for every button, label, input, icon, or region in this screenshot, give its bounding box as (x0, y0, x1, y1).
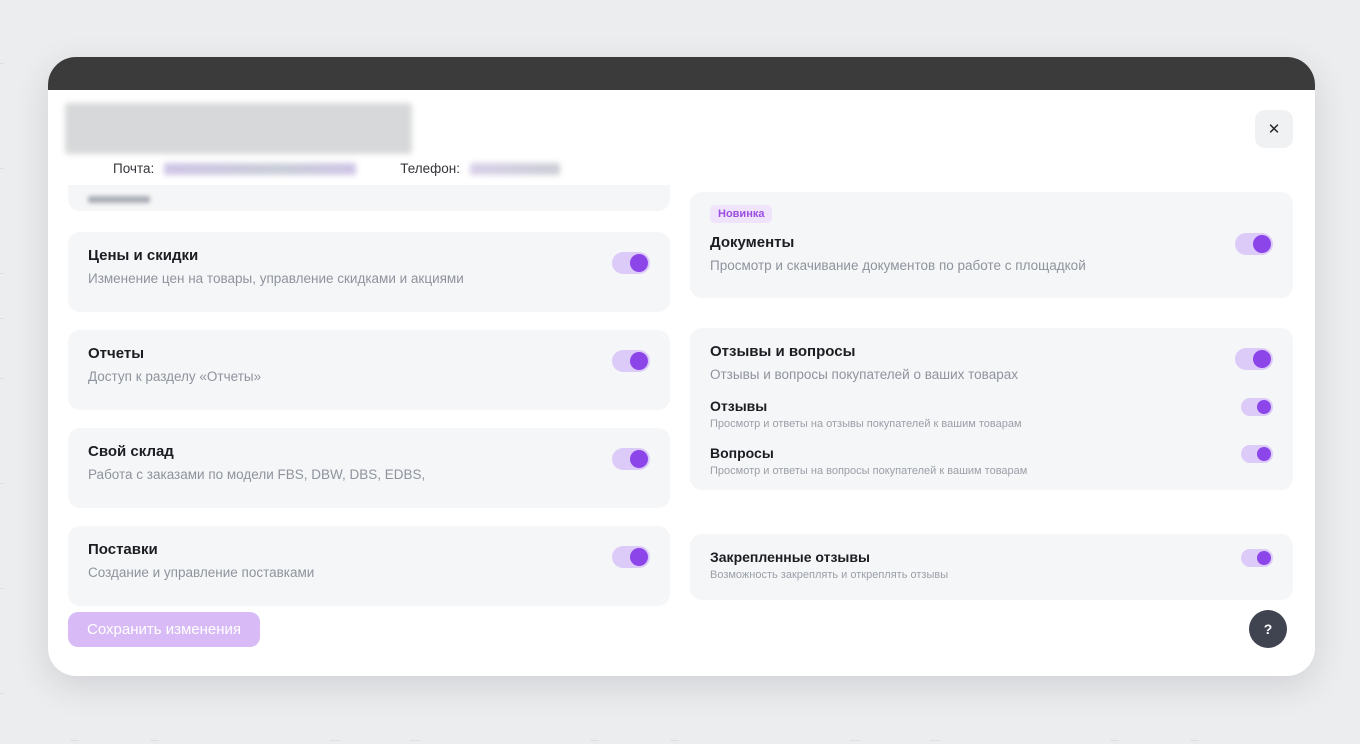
sub-permission-description: Просмотр и ответы на вопросы покупателей… (710, 465, 1225, 478)
permission-card-reviews-questions: Отзывы и вопросы Отзывы и вопросы покупа… (690, 328, 1293, 490)
email-label: Почта: (113, 161, 154, 176)
employee-name-redacted (65, 103, 412, 154)
toggle-questions[interactable] (1241, 445, 1273, 463)
permission-description: Создание и управление поставками (88, 564, 596, 582)
permission-title: Свой склад (88, 442, 596, 462)
phone-label: Телефон: (400, 161, 460, 176)
toggle-reviews[interactable] (1241, 398, 1273, 416)
right-column: Новинка Документы Просмотр и скачивание … (690, 185, 1293, 600)
modal-top-bar (48, 57, 1315, 90)
close-button[interactable]: ✕ (1255, 110, 1293, 148)
permission-description: Работа с заказами по модели FBS, DBW, DB… (88, 466, 596, 484)
clipped-text-redacted (88, 196, 150, 203)
permission-description: Отзывы и вопросы покупателей о ваших тов… (710, 366, 1219, 384)
permission-title: Документы (710, 233, 1219, 253)
new-badge: Новинка (710, 205, 772, 223)
permission-card-own-warehouse: Свой склад Работа с заказами по модели F… (68, 428, 670, 508)
left-column: Цены и скидки Изменение цен на товары, у… (68, 185, 670, 606)
permission-description: Доступ к разделу «Отчеты» (88, 368, 596, 386)
permission-title: Цены и скидки (88, 246, 596, 266)
permission-card-supplies: Поставки Создание и управление поставкам… (68, 526, 670, 606)
permission-title: Отзывы и вопросы (710, 342, 1219, 362)
sub-permission-reviews: Отзывы Просмотр и ответы на отзывы покуп… (710, 397, 1273, 431)
help-button[interactable]: ? (1249, 610, 1287, 648)
toggle-documents[interactable] (1235, 233, 1273, 255)
permission-card-reports: Отчеты Доступ к разделу «Отчеты» (68, 330, 670, 410)
permissions-modal: ✕ Почта: Телефон: Цены и скидки Изменени… (48, 57, 1315, 676)
permission-title: Закрепленные отзывы (710, 548, 1225, 566)
contact-row: Почта: Телефон: (113, 161, 560, 176)
permission-title: Поставки (88, 540, 596, 560)
toggle-prices[interactable] (612, 252, 650, 274)
sub-permission-description: Просмотр и ответы на отзывы покупателей … (710, 418, 1225, 431)
question-mark-icon: ? (1264, 621, 1273, 637)
permission-description: Изменение цен на товары, управление скид… (88, 270, 596, 288)
permission-card-prices: Цены и скидки Изменение цен на товары, у… (68, 232, 670, 312)
permission-title: Отчеты (88, 344, 596, 364)
toggle-supplies[interactable] (612, 546, 650, 568)
toggle-reviews-questions[interactable] (1235, 348, 1273, 370)
permission-card-documents: Новинка Документы Просмотр и скачивание … (690, 192, 1293, 298)
phone-value-redacted (470, 163, 560, 175)
permission-card-pinned-reviews: Закрепленные отзывы Возможность закрепля… (690, 534, 1293, 600)
permission-description: Просмотр и скачивание документов по рабо… (710, 257, 1219, 275)
permission-card-clipped (68, 185, 670, 211)
email-value-redacted (164, 163, 356, 175)
toggle-reports[interactable] (612, 350, 650, 372)
sub-permission-title: Вопросы (710, 444, 1225, 462)
toggle-own-warehouse[interactable] (612, 448, 650, 470)
sub-permission-questions: Вопросы Просмотр и ответы на вопросы пок… (710, 444, 1273, 478)
save-changes-button[interactable]: Сохранить изменения (68, 612, 260, 647)
close-icon: ✕ (1268, 120, 1281, 138)
toggle-pinned-reviews[interactable] (1241, 549, 1273, 567)
sub-permission-title: Отзывы (710, 397, 1225, 415)
permission-description: Возможность закреплять и откреплять отзы… (710, 569, 1225, 582)
